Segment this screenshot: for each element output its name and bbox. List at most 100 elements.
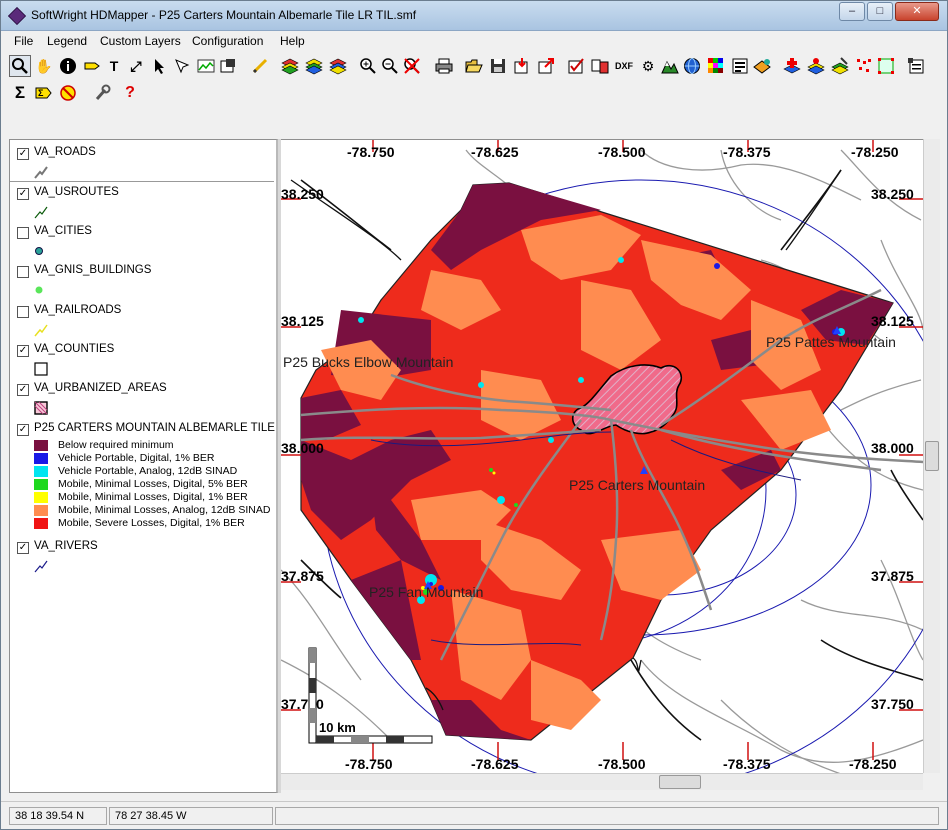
layer-edit-icon[interactable] [303,55,325,77]
wrench-icon[interactable] [91,82,113,104]
va-railroads-checkbox[interactable] [17,306,29,318]
lat-label-right: 38.000 [871,440,914,456]
lat-label-left: 38.125 [281,313,324,329]
menu-help[interactable]: Help [277,33,308,49]
ramp-swatch [34,453,48,464]
profile-icon[interactable] [195,55,217,77]
site-label-fan: P25 Fan Mountain [369,584,483,600]
filter-icon[interactable] [57,82,79,104]
zoom-window-icon[interactable] [9,55,31,77]
legend-layer-va-roads[interactable]: ✓ VA_ROADS [14,146,276,180]
measure-icon[interactable]: ⤢ [125,55,147,77]
pan-hand-icon[interactable]: ✋ [33,55,55,77]
horizontal-scroll-thumb[interactable] [659,775,701,789]
coverage-map[interactable]: P25 Bucks Elbow Mountain P25 Carters Mou… [281,140,923,773]
zoom-cancel-icon[interactable] [401,55,423,77]
status-message [275,807,939,825]
status-latitude: 38 18 39.54 N [9,807,107,825]
app-window: SoftWright HDMapper - P25 Carters Mounta… [0,0,948,830]
map-horizontal-scrollbar[interactable] [281,773,923,790]
main-toolbar: ✋ T ⤢ DXF ⚙ [3,54,943,81]
route-line-icon [34,206,48,219]
lon-label-bottom: -78.625 [471,756,519,772]
layer-add-icon[interactable] [279,55,301,77]
ramp-label: Below required minimum [58,439,174,451]
site-edit-icon[interactable] [829,55,851,77]
minimize-button[interactable]: – [839,2,865,21]
menu-file[interactable]: File [11,33,36,49]
app-icon [7,6,27,26]
p25-coverage-checkbox[interactable]: ✓ [17,424,29,436]
river-line-icon [34,560,48,573]
points-icon[interactable] [853,55,875,77]
va-gnis-buildings-checkbox[interactable] [17,266,29,278]
legend-layer-va-rivers[interactable]: ✓ VA_RIVERS [14,540,276,574]
va-urbanized-areas-checkbox[interactable]: ✓ [17,384,29,396]
legend-layer-va-urbanized-areas[interactable]: ✓ VA_URBANIZED_AREAS [14,382,276,416]
dxf-icon[interactable]: DXF [613,55,635,77]
sum-icon[interactable]: Σ [9,82,31,104]
select-pointer-icon[interactable] [149,55,171,77]
lat-label-right: 37.875 [871,568,914,584]
print-icon[interactable] [433,55,455,77]
lon-label-bottom: -78.750 [345,756,393,772]
lat-label-right: 38.125 [871,313,914,329]
lat-label-left: 38.000 [281,440,324,456]
legend-layer-name: VA_URBANIZED_AREAS [34,382,167,394]
grid-icon[interactable] [705,55,727,77]
vertical-scroll-thumb[interactable] [925,441,939,471]
site-icon[interactable] [217,55,239,77]
status-longitude: 78 27 38.45 W [109,807,273,825]
legend-layer-va-cities[interactable]: VA_CITIES [14,225,276,259]
ramp-label: Mobile, Severe Losses, Digital, 1% BER [58,517,245,529]
site-move-icon[interactable] [805,55,827,77]
legend-layer-va-counties[interactable]: ✓ VA_COUNTIES [14,343,276,377]
zoom-in-icon[interactable] [357,55,379,77]
va-rivers-checkbox[interactable]: ✓ [17,542,29,554]
save-icon[interactable] [487,55,509,77]
pencil-icon[interactable] [249,55,271,77]
toolbar-spacer [1,107,947,139]
notes-icon[interactable] [905,55,927,77]
export-icon[interactable] [535,55,557,77]
label-tag-icon[interactable] [81,55,103,77]
paint-icon[interactable] [751,55,773,77]
va-roads-checkbox[interactable]: ✓ [17,148,29,160]
va-counties-checkbox[interactable]: ✓ [17,345,29,357]
va-cities-checkbox[interactable] [17,227,29,239]
legend-divider [10,181,274,182]
info-icon[interactable] [57,55,79,77]
layer-color-icon[interactable] [327,55,349,77]
lon-label-top: -78.625 [471,144,519,160]
menu-configuration[interactable]: Configuration [189,33,266,49]
check-icon[interactable] [565,55,587,77]
legend-layer-va-gnis-buildings[interactable]: VA_GNIS_BUILDINGS [14,264,276,298]
region-icon[interactable] [875,55,897,77]
open-folder-icon[interactable] [463,55,485,77]
ramp-swatch [34,479,48,490]
globe-icon[interactable] [681,55,703,77]
lon-label-top: -78.750 [347,144,395,160]
convert-icon[interactable] [589,55,611,77]
text-tool-icon[interactable]: T [103,55,125,77]
settings-icon[interactable]: ⚙ [637,55,659,77]
pick-point-icon[interactable] [171,55,193,77]
lon-label-bottom: -78.500 [598,756,646,772]
report-icon[interactable] [729,55,751,77]
zoom-out-icon[interactable] [379,55,401,77]
map-vertical-scrollbar[interactable] [923,139,940,773]
label-export-icon[interactable]: Σ [33,82,55,104]
menu-legend[interactable]: Legend [44,33,90,49]
help-question-icon[interactable]: ? [119,82,141,104]
close-button[interactable]: ✕ [895,2,939,21]
legend-layer-va-railroads[interactable]: VA_RAILROADS [14,304,276,338]
site-add-icon[interactable] [781,55,803,77]
scale-label: 10 km [319,720,356,735]
va-usroutes-checkbox[interactable]: ✓ [17,188,29,200]
terrain-icon[interactable] [659,55,681,77]
import-icon[interactable] [511,55,533,77]
menu-custom-layers[interactable]: Custom Layers [97,33,184,49]
maximize-button[interactable]: □ [867,2,893,21]
legend-layer-va-usroutes[interactable]: ✓ VA_USROUTES [14,186,276,220]
map-view[interactable]: P25 Bucks Elbow Mountain P25 Carters Mou… [281,139,923,773]
